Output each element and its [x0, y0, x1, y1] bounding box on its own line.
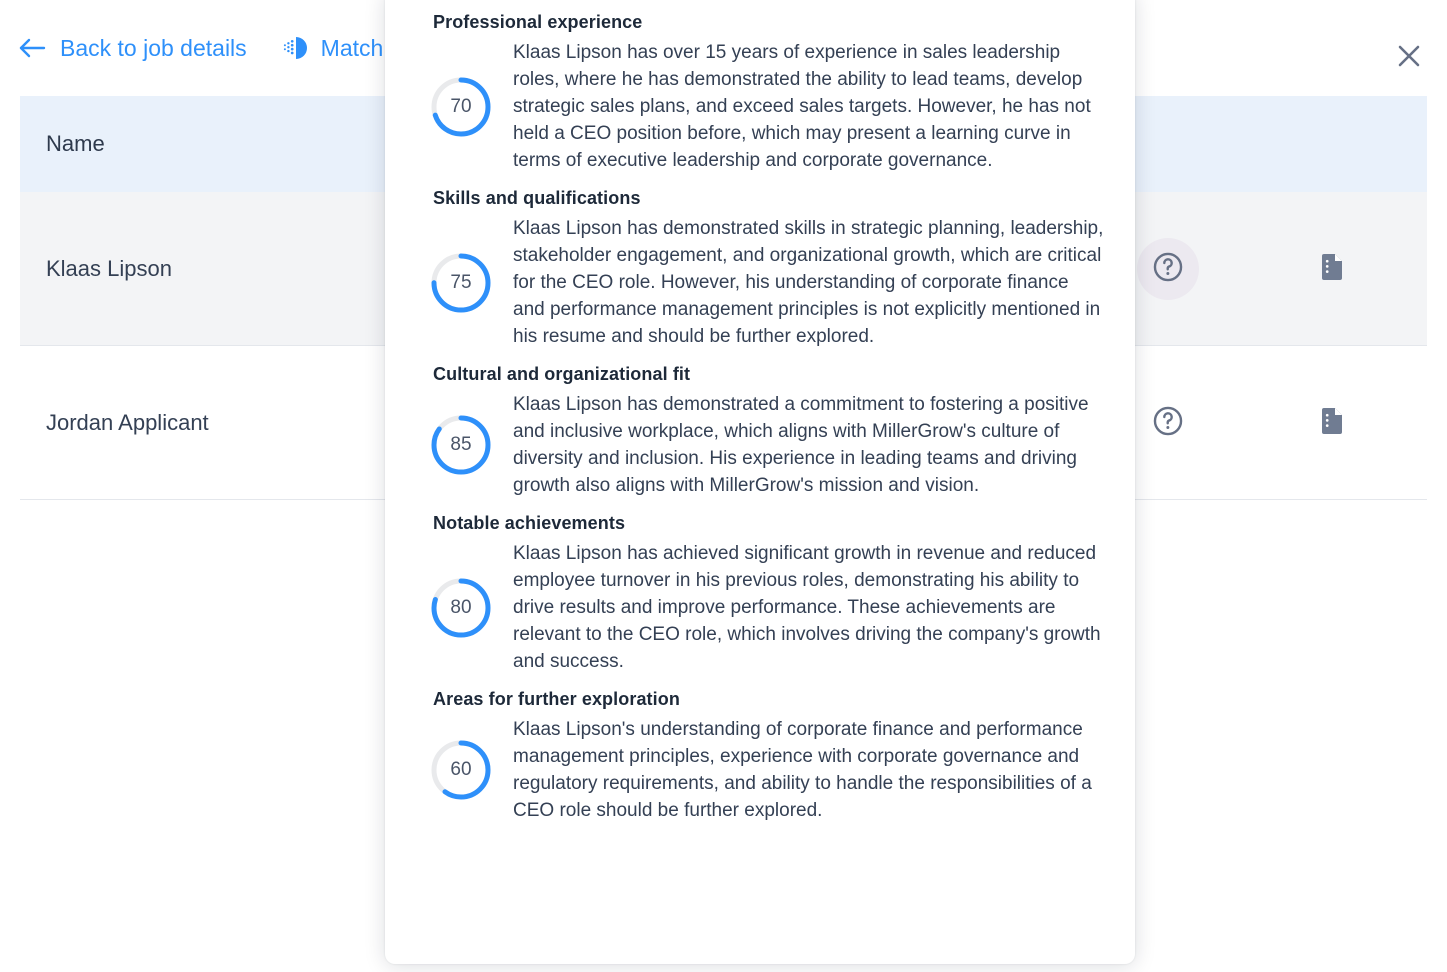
column-header-name: Name — [46, 131, 105, 156]
section-title: Cultural and organizational fit — [433, 364, 691, 384]
section-cultural-and-organizational-fit: Cultural and organizational fit 85 Klaas… — [409, 364, 1105, 499]
section-text: Klaas Lipson has over 15 years of experi… — [513, 42, 1091, 171]
help-circle-button[interactable] — [1137, 238, 1199, 300]
section-body: 85 Klaas Lipson has demonstrated a commi… — [409, 391, 1105, 499]
section-professional-experience: Professional experience 70 Klaas Lipson … — [409, 12, 1105, 174]
close-button[interactable] — [1389, 36, 1429, 76]
score-value: 70 — [450, 95, 472, 117]
match-score-icon — [283, 35, 309, 61]
section-body: 70 Klaas Lipson has over 15 years of exp… — [409, 39, 1105, 174]
row-actions — [1137, 192, 1427, 346]
document-button[interactable] — [1309, 400, 1355, 446]
arrow-left-icon — [18, 36, 46, 60]
match-label: Match — [320, 34, 384, 61]
section-body: 75 Klaas Lipson has demonstrated skills … — [409, 215, 1105, 350]
back-to-job-details-label: Back to job details — [60, 34, 247, 61]
score-value: 75 — [450, 271, 472, 293]
score-value: 80 — [450, 596, 472, 618]
score-value: 60 — [450, 759, 472, 780]
document-icon — [1316, 251, 1348, 288]
section-body: 60 Klaas Lipson's understanding of corpo… — [409, 716, 1105, 824]
back-to-job-details-link[interactable]: Back to job details — [18, 35, 247, 62]
section-title: Skills and qualifications — [433, 188, 641, 208]
section-notable-achievements: Notable achievements 80 Klaas Lipson has… — [409, 513, 1105, 675]
section-text: Klaas Lipson has demonstrated a commitme… — [513, 394, 1089, 496]
score-gauge: 85 — [429, 413, 493, 477]
section-areas-for-further-exploration: Areas for further exploration 60 Klaas L… — [409, 689, 1105, 824]
section-title: Professional experience — [433, 12, 643, 32]
help-circle-icon — [1151, 250, 1185, 289]
document-icon — [1316, 405, 1348, 442]
score-gauge: 60 — [429, 738, 493, 802]
score-gauge: 75 — [429, 251, 493, 315]
document-button[interactable] — [1309, 246, 1355, 292]
section-body: 80 Klaas Lipson has achieved significant… — [409, 540, 1105, 675]
candidate-name: Klaas Lipson — [46, 255, 172, 281]
help-circle-icon — [1151, 404, 1185, 443]
match-details-modal: Professional experience 70 Klaas Lipson … — [385, 0, 1135, 964]
section-text: Klaas Lipson has demonstrated skills in … — [513, 218, 1104, 347]
close-icon — [1395, 42, 1423, 70]
section-title: Areas for further exploration — [433, 689, 680, 709]
section-title: Notable achievements — [433, 513, 626, 533]
score-gauge: 80 — [429, 576, 493, 640]
section-text: Klaas Lipson's understanding of corporat… — [513, 719, 1092, 821]
score-value: 85 — [450, 434, 472, 455]
row-actions — [1137, 346, 1427, 500]
section-skills-and-qualifications: Skills and qualifications 75 Klaas Lipso… — [409, 188, 1105, 350]
section-text: Klaas Lipson has achieved significant gr… — [513, 543, 1101, 672]
score-gauge: 70 — [429, 75, 493, 139]
help-circle-button[interactable] — [1137, 392, 1199, 454]
candidate-name: Jordan Applicant — [46, 409, 209, 435]
match-link[interactable]: Match — [283, 34, 384, 62]
